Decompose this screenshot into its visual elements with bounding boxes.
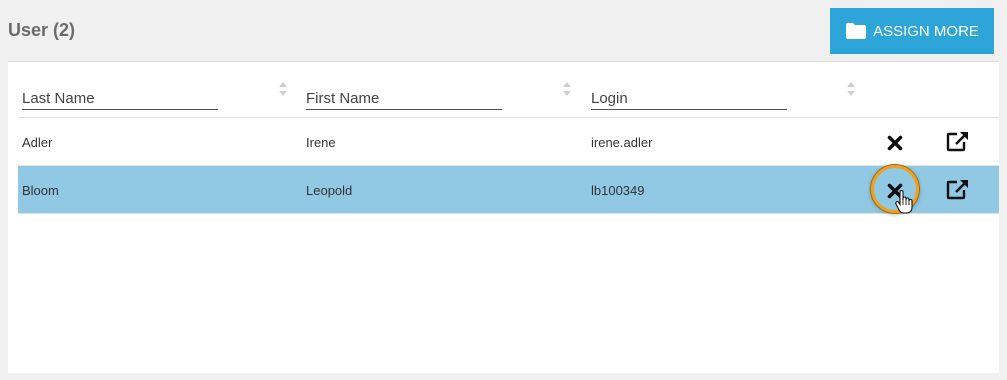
table-row[interactable]: Adler Irene irene.adler xyxy=(18,118,999,166)
sort-icon[interactable] xyxy=(278,81,288,97)
cell-last-name: Adler xyxy=(22,135,53,150)
column-header-login[interactable]: Login xyxy=(591,90,787,110)
users-table: Last Name First Name Login Adler Irene i… xyxy=(8,61,999,373)
folder-icon xyxy=(846,23,867,39)
sort-icon[interactable] xyxy=(562,81,572,97)
assign-more-button[interactable]: ASSIGN MORE xyxy=(830,8,994,54)
assign-more-label: ASSIGN MORE xyxy=(873,22,979,40)
hand-cursor-icon xyxy=(895,190,913,214)
close-icon[interactable] xyxy=(887,135,903,151)
row-divider xyxy=(18,213,999,214)
column-header-first-name[interactable]: First Name xyxy=(306,90,502,110)
cell-login: lb100349 xyxy=(591,183,645,198)
cell-last-name: Bloom xyxy=(22,183,59,198)
cell-first-name: Irene xyxy=(306,135,336,150)
cell-login: irene.adler xyxy=(591,135,653,150)
page-title: User (2) xyxy=(8,20,76,40)
external-link-icon[interactable] xyxy=(946,178,970,200)
sort-icon[interactable] xyxy=(846,81,856,97)
column-header-last-name[interactable]: Last Name xyxy=(22,90,218,110)
cell-first-name: Leopold xyxy=(306,183,353,198)
external-link-icon[interactable] xyxy=(946,130,970,152)
table-row[interactable]: Bloom Leopold lb100349 xyxy=(18,166,999,214)
